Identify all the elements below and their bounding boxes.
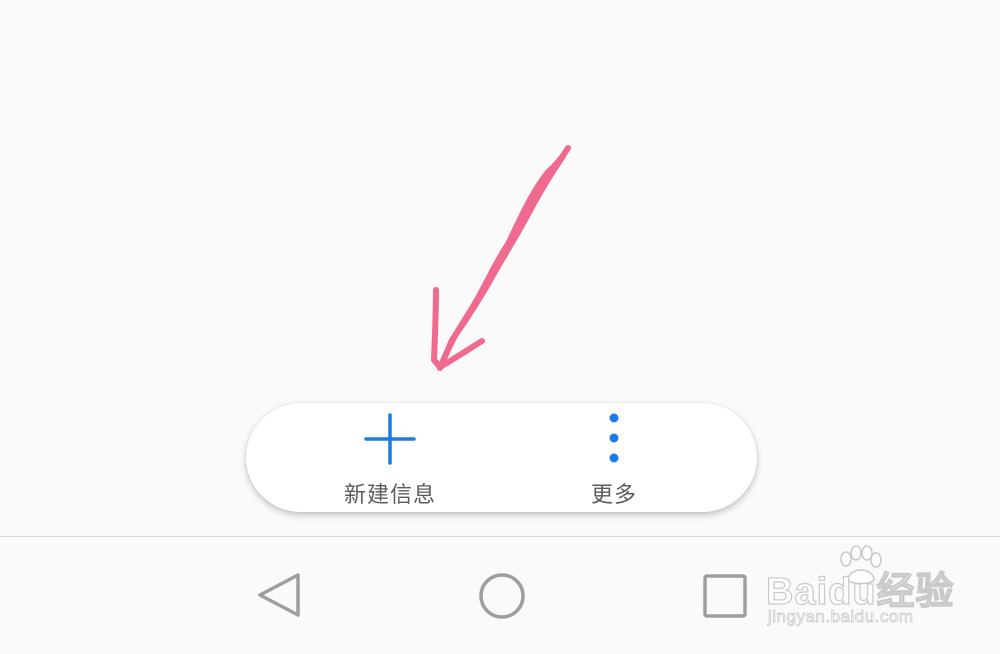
more-vertical-icon bbox=[609, 413, 619, 463]
plus-icon bbox=[364, 413, 416, 465]
system-navigation-bar bbox=[0, 537, 1000, 654]
new-message-button[interactable]: 新建信息 bbox=[326, 403, 454, 512]
bottom-action-bar: 新建信息 更多 bbox=[246, 403, 757, 512]
back-button[interactable] bbox=[254, 572, 302, 618]
more-button[interactable]: 更多 bbox=[560, 403, 668, 512]
back-triangle-icon bbox=[258, 573, 300, 617]
home-circle-icon bbox=[479, 573, 525, 619]
more-label: 更多 bbox=[590, 483, 637, 508]
home-button[interactable] bbox=[478, 572, 526, 620]
recent-square-icon bbox=[703, 574, 747, 618]
recent-apps-button[interactable] bbox=[702, 573, 748, 619]
new-message-label: 新建信息 bbox=[343, 483, 436, 508]
